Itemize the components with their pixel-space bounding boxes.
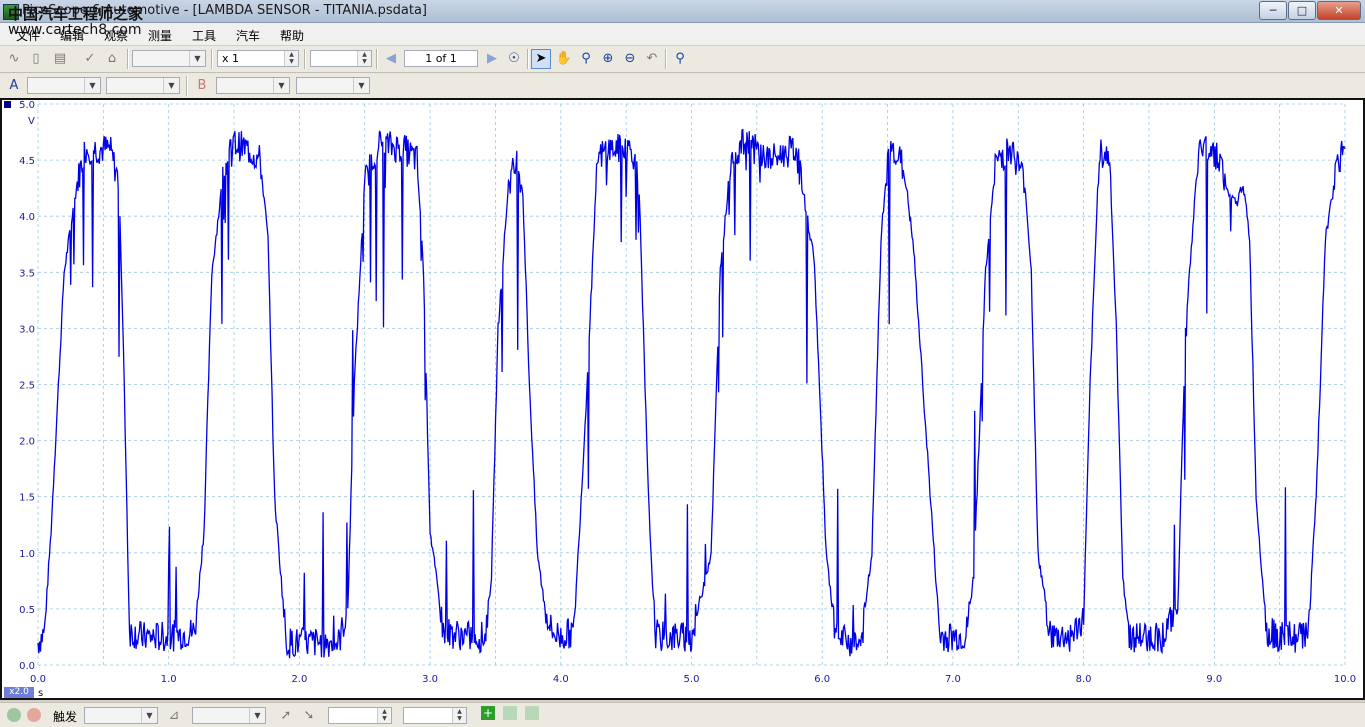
trigger-mode-select[interactable]: ▼ (84, 707, 158, 724)
x-tick-label: 3.0 (422, 674, 438, 685)
add-measurement-icon[interactable]: + (481, 706, 495, 720)
zoom-overview-icon[interactable]: ⚲ (670, 49, 690, 69)
channel-a-marker (4, 101, 11, 108)
menu-measure[interactable]: 测量 (148, 27, 172, 44)
chevron-down-icon: ▼ (273, 78, 289, 93)
y-unit-label: V (28, 116, 35, 127)
chevron-down-icon: ▼ (84, 78, 100, 93)
menu-automotive[interactable]: 汽车 (236, 27, 260, 44)
timebase-select[interactable]: ▼ (132, 50, 206, 67)
y-tick-label: 4.5 (19, 156, 35, 167)
stepper-arrows-icon[interactable]: ▲ ▼ (357, 51, 371, 66)
chart-grid (37, 103, 1346, 666)
window-controls: ─ □ ✕ (1259, 1, 1361, 20)
x-tick-label: 7.0 (945, 674, 961, 685)
x-tick-label: 1.0 (161, 674, 177, 685)
menu-edit[interactable]: 编辑 (60, 27, 84, 44)
edit-measurement-icon[interactable] (503, 706, 517, 720)
chevron-down-icon: ▼ (353, 78, 369, 93)
compass-icon[interactable]: ☉ (504, 49, 524, 69)
maximize-button[interactable]: □ (1288, 1, 1316, 20)
channel-b-coupling-select[interactable]: ▼ (296, 77, 370, 94)
chevron-down-icon: ▼ (249, 708, 265, 723)
trigger-source-select[interactable]: ▼ (192, 707, 266, 724)
menu-tools[interactable]: 工具 (192, 27, 216, 44)
y-axis-ticks: 5.0 4.5 4.0 3.5 3.0 2.5 2.0 1.5 1.0 0.5 0.0 (19, 100, 35, 672)
channel-a-range-select[interactable]: ▼ (27, 77, 101, 94)
zoom-out-icon[interactable]: ⊖ (620, 49, 640, 69)
trigger-toolbar: 触发 ▼ ⊿ ▼ ➚ ➘ ▲ ▼ ▲ ▼ + (0, 702, 1365, 727)
zoom-area-icon[interactable]: ⚲ (576, 49, 596, 69)
y-tick-label: 3.5 (19, 268, 35, 279)
chevron-down-icon: ▼ (163, 78, 179, 93)
spectrum-mode-icon[interactable]: ▯ (26, 49, 46, 69)
pre-trigger-stepper[interactable]: ▲ ▼ (403, 707, 467, 724)
probe-icon[interactable]: ✓ (80, 49, 100, 69)
y-tick-label: 4.0 (19, 212, 35, 223)
y-tick-label: 0.5 (19, 605, 35, 616)
multiplier-stepper[interactable]: x 1 ▲ ▼ (217, 50, 299, 67)
window-title: PicoScope 6 Automotive - [LAMBDA SENSOR … (22, 3, 428, 18)
page-indicator[interactable]: 1 of 1 (404, 50, 478, 67)
app-icon (3, 4, 19, 20)
trigger-threshold-stepper[interactable]: ▲ ▼ (328, 707, 392, 724)
x-tick-label: 10.0 (1334, 674, 1356, 685)
x-tick-label: 8.0 (1076, 674, 1092, 685)
home-icon[interactable]: ⌂ (102, 49, 122, 69)
delete-measurement-icon[interactable] (525, 706, 539, 720)
stepper-arrows-icon[interactable]: ▲ ▼ (284, 51, 298, 66)
chevron-down-icon: ▼ (189, 51, 205, 66)
next-page-icon[interactable]: ▶ (482, 49, 502, 69)
zoom-in-icon[interactable]: ⊕ (598, 49, 618, 69)
pointer-tool-icon[interactable]: ➤ (531, 49, 551, 69)
channel-toolbar: A ▼ ▼ B ▼ ▼ (0, 73, 1365, 100)
x-tick-label: 4.0 (553, 674, 569, 685)
y-tick-label: 0.0 (19, 661, 35, 672)
x-tick-label: 2.0 (291, 674, 307, 685)
undo-zoom-icon[interactable]: ↶ (642, 49, 662, 69)
x-unit-label: s (38, 688, 43, 699)
first-page-icon[interactable]: ◀ (381, 49, 401, 69)
x-axis-ticks: 0.0 1.0 2.0 3.0 4.0 5.0 6.0 7.0 8.0 9.0 10.0 (30, 674, 1356, 685)
y-tick-label: 2.0 (19, 437, 35, 448)
x-tick-label: 0.0 (30, 674, 46, 685)
channel-a-coupling-select[interactable]: ▼ (106, 77, 180, 94)
x-tick-label: 9.0 (1206, 674, 1222, 685)
trigger-edge-icon[interactable]: ⊿ (164, 706, 184, 726)
menu-help[interactable]: 帮助 (280, 27, 304, 44)
y-tick-label: 1.0 (19, 549, 35, 560)
multiplier-value: x 1 (222, 52, 240, 65)
close-button[interactable]: ✕ (1317, 1, 1361, 20)
chevron-down-icon: ▼ (141, 708, 157, 723)
stop-icon[interactable] (27, 708, 41, 722)
x-tick-label: 6.0 (814, 674, 830, 685)
menu-bar: 文件 编辑 观察 测量 工具 汽车 帮助 (0, 23, 1365, 45)
rising-edge-icon[interactable]: ➚ (276, 706, 296, 726)
scope-chart[interactable]: 5.0 4.5 4.0 3.5 3.0 2.5 2.0 1.5 1.0 0.5 0.0 0.0 1.0… (0, 98, 1365, 700)
trigger-label: 触发 (53, 710, 78, 724)
menu-view[interactable]: 观察 (104, 27, 128, 44)
scope-mode-icon[interactable]: ∿ (4, 49, 24, 69)
minimize-button[interactable]: ─ (1259, 1, 1287, 20)
channel-a-icon[interactable]: A (4, 76, 24, 96)
x-tick-label: 5.0 (684, 674, 700, 685)
y-tick-label: 1.5 (19, 493, 35, 504)
title-bar: PicoScope 6 Automotive - [LAMBDA SENSOR … (0, 0, 1365, 23)
y-tick-label: 5.0 (19, 100, 35, 111)
menu-file[interactable]: 文件 (16, 27, 40, 44)
stepper-arrows-icon[interactable]: ▲ ▼ (377, 708, 391, 723)
hand-tool-icon[interactable]: ✋ (554, 49, 574, 69)
samples-stepper[interactable]: ▲ ▼ (310, 50, 372, 67)
channel-b-icon[interactable]: B (192, 76, 212, 96)
channel-b-range-select[interactable]: ▼ (216, 77, 290, 94)
y-tick-label: 3.0 (19, 324, 35, 335)
y-tick-label: 2.5 (19, 381, 35, 392)
stepper-arrows-icon[interactable]: ▲ ▼ (452, 708, 466, 723)
falling-edge-icon[interactable]: ➘ (299, 706, 319, 726)
main-toolbar: ∿ ▯ ▤ ✓ ⌂ ▼ x 1 ▲ ▼ ▲ ▼ ◀ 1 of 1 ▶ ☉ ➤ ✋ ⚲… (0, 46, 1365, 73)
x-scale-badge[interactable]: x2.0 (4, 687, 34, 698)
persistence-icon[interactable]: ▤ (50, 49, 70, 69)
start-icon[interactable] (7, 708, 21, 722)
